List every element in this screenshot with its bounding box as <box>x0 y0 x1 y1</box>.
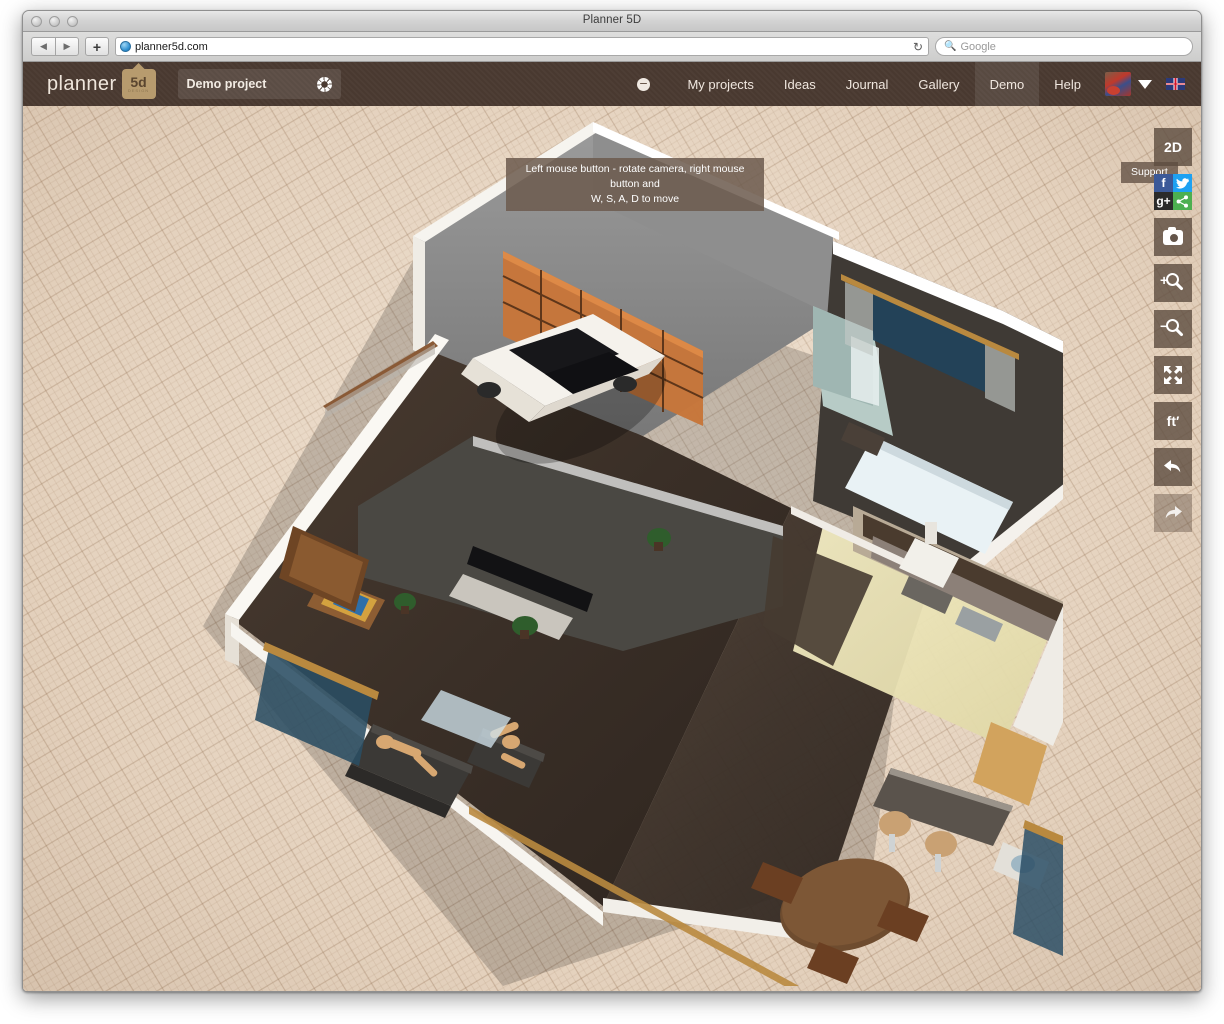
social-share-grid: f g+ <box>1154 174 1192 210</box>
project-name-field[interactable]: Demo project <box>178 69 341 99</box>
nav-item-journal[interactable]: Journal <box>831 62 904 106</box>
address-bar-url: planner5d.com <box>135 41 208 53</box>
window-title: Planner 5D <box>23 14 1201 26</box>
web-page: planner 5d DESIGN Demo project My projec… <box>23 62 1201 992</box>
house-geometry <box>173 106 1063 986</box>
redo-button[interactable] <box>1154 494 1192 532</box>
search-icon: 🔍 <box>944 41 956 52</box>
logo-badge-icon: 5d DESIGN <box>122 69 156 99</box>
app-header: planner 5d DESIGN Demo project My projec… <box>23 62 1201 106</box>
fullscreen-icon <box>1163 365 1183 385</box>
address-bar[interactable]: planner5d.com ↻ <box>115 37 929 56</box>
nav-item-ideas[interactable]: Ideas <box>769 62 831 106</box>
facebook-icon[interactable]: f <box>1154 174 1173 192</box>
browser-window: Planner 5D ◀ ▶ + planner5d.com ↻ 🔍 Googl… <box>22 10 1202 992</box>
logo-wordmark: planner <box>47 73 117 96</box>
toggle-2d-button[interactable]: 2D <box>1154 128 1192 166</box>
forward-button[interactable]: ▶ <box>55 37 79 56</box>
undo-icon <box>1162 457 1184 477</box>
avatar[interactable] <box>1105 72 1131 96</box>
planner5d-logo[interactable]: planner 5d DESIGN <box>47 69 156 99</box>
share-icon[interactable] <box>1173 192 1192 210</box>
navigation-buttons: ◀ ▶ <box>31 37 79 56</box>
nav-item-my-projects[interactable]: My projects <box>672 62 768 106</box>
undo-button[interactable] <box>1154 448 1192 486</box>
browser-toolbar: ◀ ▶ + planner5d.com ↻ 🔍 Google <box>23 32 1201 62</box>
units-button[interactable]: ft′ <box>1154 402 1192 440</box>
new-tab-button[interactable]: + <box>85 37 109 56</box>
back-button[interactable]: ◀ <box>31 37 55 56</box>
redo-icon <box>1162 503 1184 523</box>
viewport-toolbar: 2D f g+ <box>1154 128 1192 540</box>
window-title-bar: Planner 5D <box>23 11 1201 32</box>
chevron-down-icon[interactable] <box>1138 80 1152 89</box>
project-name-label: Demo project <box>187 77 267 91</box>
nav-item-demo[interactable]: Demo <box>975 62 1040 106</box>
twitter-icon[interactable] <box>1173 174 1192 192</box>
zoom-out-button[interactable]: − <box>1154 310 1192 348</box>
language-flag-icon[interactable] <box>1166 78 1185 90</box>
twitter-bird-glyph <box>1176 178 1189 189</box>
nav-item-help[interactable]: Help <box>1039 62 1096 106</box>
nav-item-gallery[interactable]: Gallery <box>903 62 974 106</box>
gear-icon[interactable] <box>317 77 332 92</box>
camera-hint-line-2: W, S, A, D to move <box>515 192 755 207</box>
camera-hint-line-1: Left mouse button - rotate camera, right… <box>515 162 755 192</box>
logo-badge-subtext: DESIGN <box>128 88 149 93</box>
screenshot-button[interactable] <box>1154 218 1192 256</box>
right-windows <box>1013 820 1063 956</box>
globe-icon <box>120 41 131 52</box>
zoom-out-icon: − <box>1163 319 1183 339</box>
house-model[interactable] <box>173 106 1063 986</box>
zoom-in-icon: + <box>1163 273 1183 293</box>
browser-search-field[interactable]: 🔍 Google <box>935 37 1193 56</box>
camera-hint-tooltip: Left mouse button - rotate camera, right… <box>506 158 764 211</box>
search-placeholder: Google <box>960 41 995 53</box>
google-plus-icon[interactable]: g+ <box>1154 192 1173 210</box>
fullscreen-button[interactable] <box>1154 356 1192 394</box>
zoom-in-button[interactable]: + <box>1154 264 1192 302</box>
screenshot-root: Planner 5D ◀ ▶ + planner5d.com ↻ 🔍 Googl… <box>0 0 1224 1024</box>
share-nodes-glyph <box>1176 195 1189 208</box>
camera-icon <box>1163 230 1183 245</box>
chat-bubble-icon[interactable] <box>637 78 650 91</box>
reload-icon[interactable]: ↻ <box>913 40 923 54</box>
3d-viewport[interactable] <box>23 106 1201 992</box>
logo-badge-text: 5d <box>130 77 146 88</box>
main-navigation: My projects Ideas Journal Gallery Demo H… <box>637 62 1201 106</box>
